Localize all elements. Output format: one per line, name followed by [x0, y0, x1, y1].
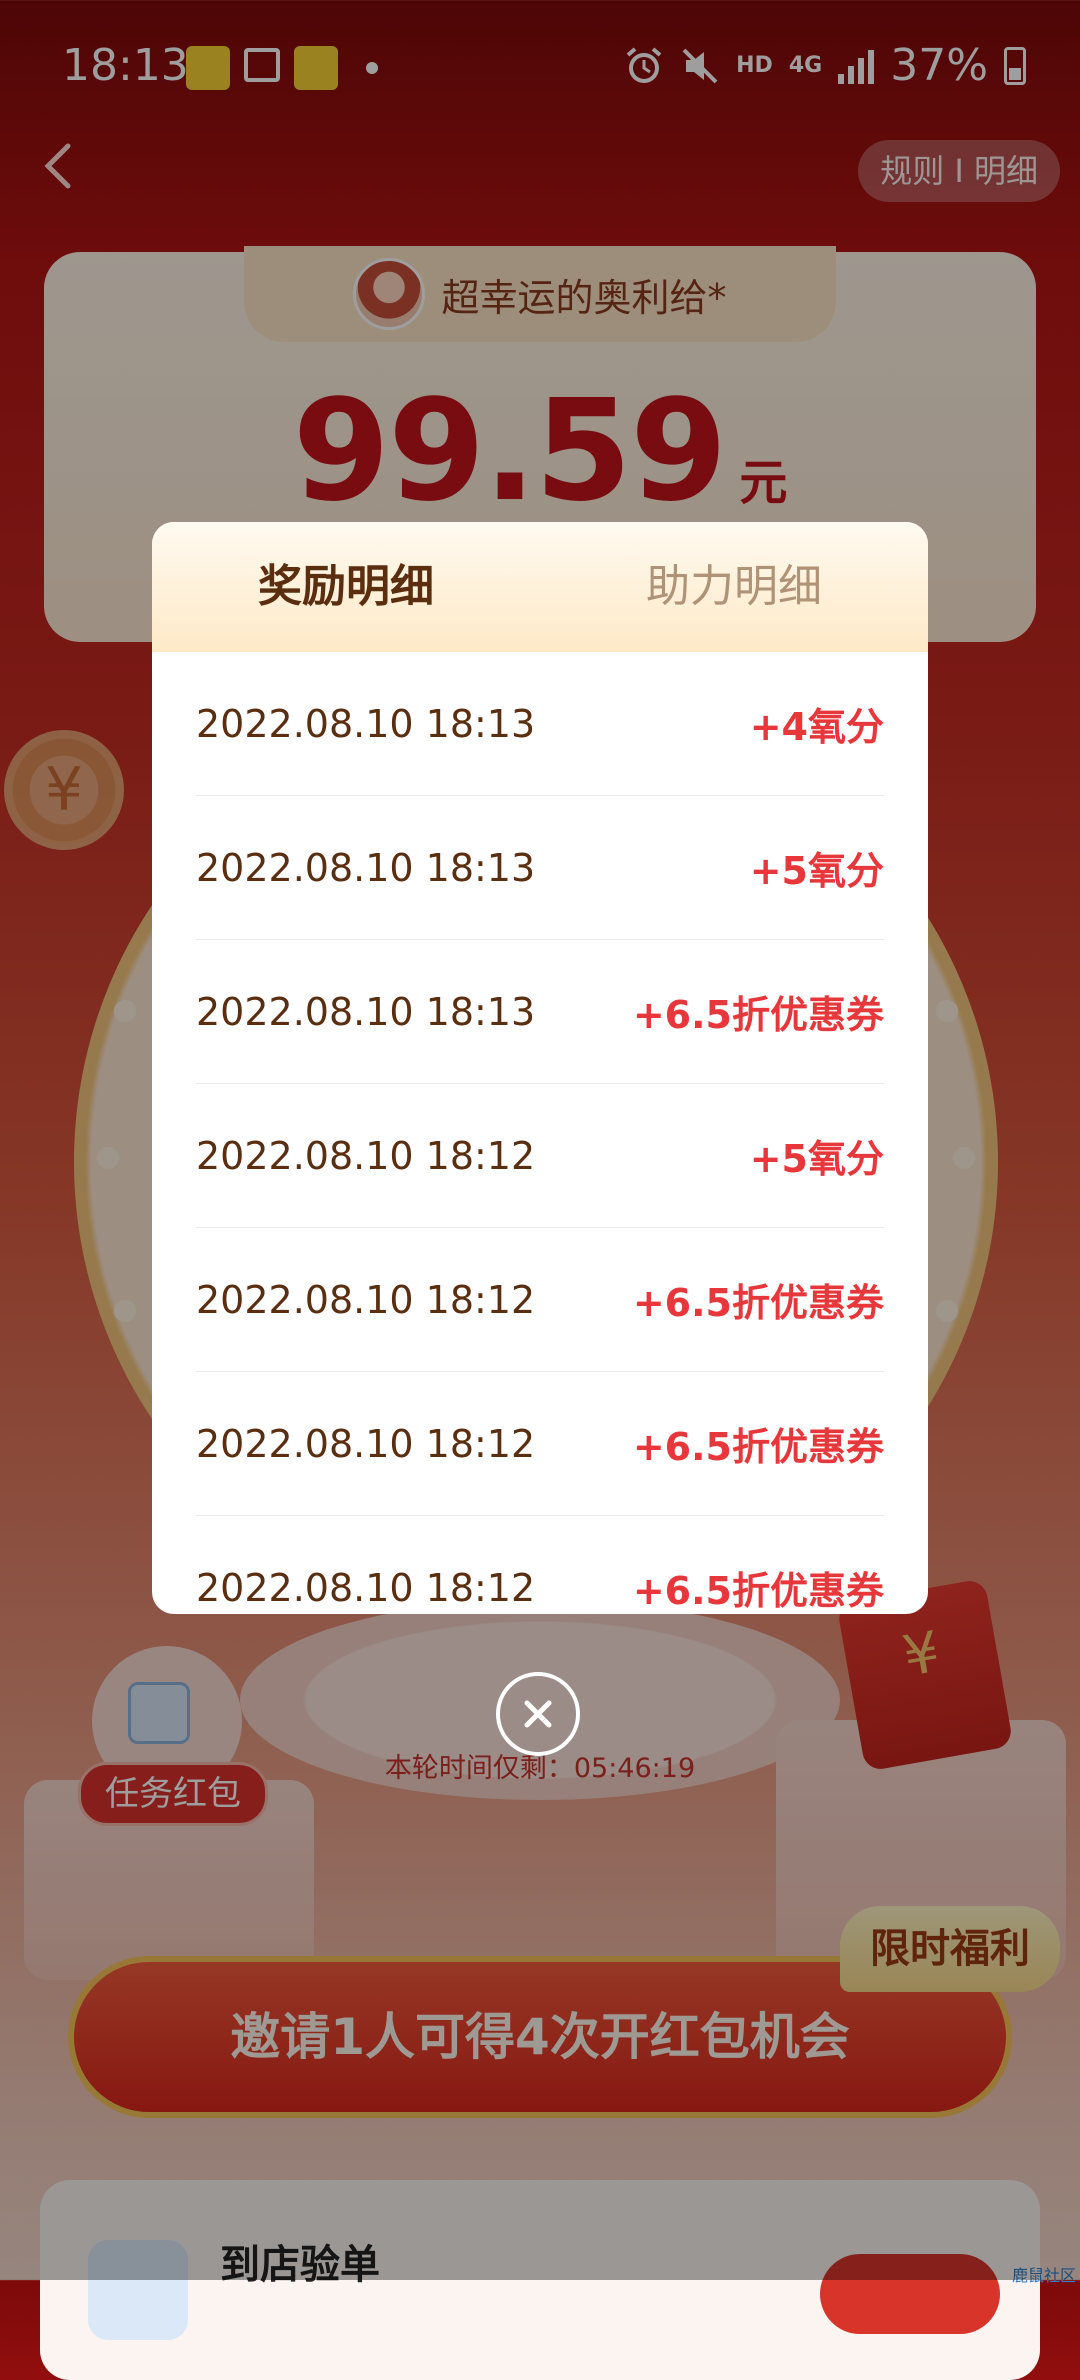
record-time: 2022.08.10 18:13: [196, 845, 536, 890]
tab-assist-details[interactable]: 助力明细: [540, 522, 928, 652]
details-modal: 奖励明细 助力明细 2022.08.10 18:13 +4氧分 2022.08.…: [152, 522, 928, 1614]
close-icon: [524, 1700, 552, 1728]
list-item: 2022.08.10 18:13 +4氧分: [196, 652, 884, 796]
record-reward: +5氧分: [749, 849, 884, 893]
list-item: 2022.08.10 18:12 +6.5折优惠券: [196, 1228, 884, 1372]
list-item: 2022.08.10 18:12 +6.5折优惠券: [196, 1372, 884, 1516]
record-time: 2022.08.10 18:12: [196, 1133, 536, 1178]
list-item: 2022.08.10 18:12 +5氧分: [196, 1084, 884, 1228]
record-time: 2022.08.10 18:12: [196, 1277, 536, 1322]
modal-tabs: 奖励明细 助力明细: [152, 522, 928, 652]
close-modal-button[interactable]: [496, 1672, 580, 1756]
reward-record-list[interactable]: 2022.08.10 18:13 +4氧分 2022.08.10 18:13 +…: [152, 652, 928, 1614]
record-reward: +6.5折优惠券: [632, 1425, 884, 1469]
record-time: 2022.08.10 18:13: [196, 701, 536, 746]
record-time: 2022.08.10 18:13: [196, 989, 536, 1034]
tab-reward-details[interactable]: 奖励明细: [152, 522, 540, 652]
record-reward: +5氧分: [749, 1137, 884, 1181]
list-item: 2022.08.10 18:13 +6.5折优惠券: [196, 940, 884, 1084]
record-reward: +6.5折优惠券: [632, 993, 884, 1037]
record-reward: +4氧分: [749, 705, 884, 749]
list-item: 2022.08.10 18:12 +6.5折优惠券: [196, 1516, 884, 1614]
record-time: 2022.08.10 18:12: [196, 1565, 536, 1610]
list-item: 2022.08.10 18:13 +5氧分: [196, 796, 884, 940]
record-reward: +6.5折优惠券: [632, 1569, 884, 1613]
record-time: 2022.08.10 18:12: [196, 1421, 536, 1466]
record-reward: +6.5折优惠券: [632, 1281, 884, 1325]
